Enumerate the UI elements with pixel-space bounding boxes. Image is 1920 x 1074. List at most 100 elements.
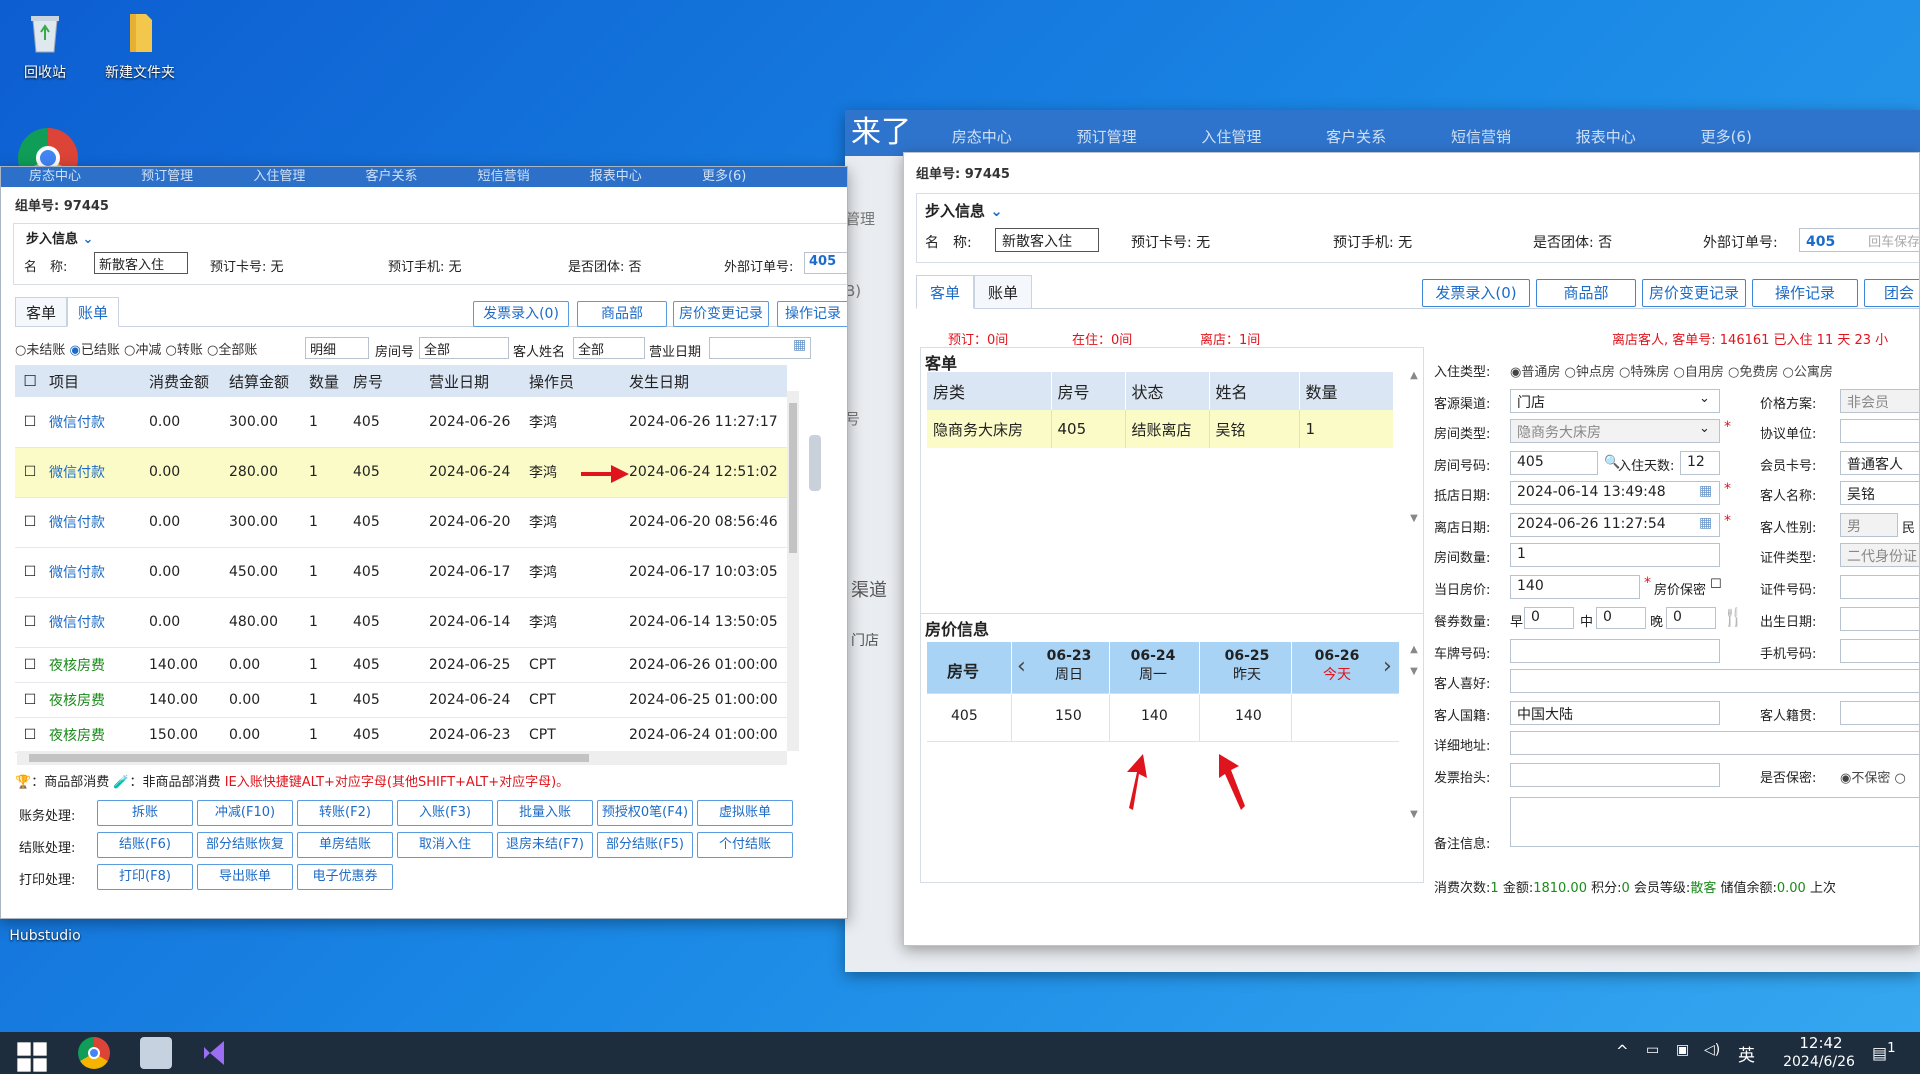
cell-item[interactable]: 微信付款	[45, 447, 145, 497]
pr-button-1[interactable]: 导出账单	[197, 864, 293, 890]
tab-bill[interactable]: 账单	[67, 297, 119, 327]
goods-dept-button[interactable]: 商品部	[1536, 279, 1636, 307]
nav-more[interactable]: 更多(6)	[1671, 114, 1782, 156]
row-checkbox[interactable]: ☐	[15, 682, 45, 717]
calendar-icon[interactable]: ▦	[1699, 515, 1712, 531]
tab-bill[interactable]: 账单	[974, 275, 1032, 309]
nav-checkin[interactable]: 入住管理	[225, 167, 333, 187]
operation-log-button[interactable]: 操作记录	[1752, 279, 1858, 307]
roomtype-select[interactable]: 隐商务大床房	[1510, 419, 1720, 443]
unit-field[interactable]	[1840, 419, 1919, 443]
secret-radio[interactable]: ◉不保密 ○	[1840, 767, 1906, 786]
chevron-down-icon[interactable]: ⌄	[990, 202, 1003, 220]
meal-dinner-select[interactable]: 0	[1666, 607, 1716, 629]
acct-button-1[interactable]: 冲减(F10)	[197, 800, 293, 826]
co-button-0[interactable]: 结账(F6)	[97, 832, 193, 858]
collapse-handle[interactable]	[809, 435, 821, 491]
windows-start-icon[interactable]	[16, 1041, 48, 1073]
acct-button-6[interactable]: 虚拟账单	[697, 800, 793, 826]
bill-row[interactable]: ☐ 夜核房费 140.00 0.00 1 405 2024-06-24 CPT 2024-06-…	[15, 682, 787, 717]
cell-item[interactable]: 夜核房费	[45, 682, 145, 717]
group-meeting-button[interactable]: 团会	[1864, 279, 1919, 307]
acct-button-3[interactable]: 入账(F3)	[397, 800, 493, 826]
user-app-taskbar-icon[interactable]	[140, 1037, 172, 1069]
price-scrollbar[interactable]: ▲ ▼ ▼	[1407, 644, 1421, 874]
co-button-5[interactable]: 部分结账(F5)	[597, 832, 693, 858]
nav-crm[interactable]: 客户关系	[1296, 114, 1416, 156]
gname-field[interactable]: 吴铭	[1840, 481, 1919, 505]
bill-row[interactable]: ☐ 微信付款 0.00 480.00 1 405 2024-06-14 李鸿 2024-06-1…	[15, 597, 787, 647]
count-input[interactable]: 1	[1510, 543, 1720, 567]
acct-button-5[interactable]: 预授权0笔(F4)	[597, 800, 693, 826]
co-button-6[interactable]: 个付结账	[697, 832, 793, 858]
bill-row[interactable]: ☐ 微信付款 0.00 450.00 1 405 2024-06-17 李鸿 2024-06-1…	[15, 547, 787, 597]
meal-breakfast-select[interactable]: 0	[1524, 607, 1574, 629]
bill-status-radios[interactable]: ○未结账 ◉已结账 ○冲减 ○转账 ○全部账	[15, 339, 257, 358]
clock-date[interactable]: 2024/6/26	[1774, 1054, 1864, 1070]
acct-button-2[interactable]: 转账(F2)	[297, 800, 393, 826]
guest-filter-select[interactable]: 全部	[573, 337, 645, 359]
tab-guest[interactable]: 客单	[15, 297, 67, 327]
nav-reports[interactable]: 报表中心	[562, 167, 670, 187]
row-checkbox[interactable]: ☐	[15, 547, 45, 597]
row-checkbox[interactable]: ☐	[15, 647, 45, 682]
mobile-field[interactable]	[1840, 639, 1919, 663]
co-button-1[interactable]: 部分结账恢复	[197, 832, 293, 858]
ime-indicator[interactable]: 英	[1738, 1041, 1755, 1066]
nav-reservation[interactable]: 预订管理	[113, 167, 221, 187]
next-arrow-icon[interactable]: ›	[1383, 654, 1392, 679]
calendar-icon[interactable]: ▦	[1699, 483, 1712, 499]
origin-field[interactable]	[1840, 701, 1919, 725]
room-filter-select[interactable]: 全部	[419, 337, 509, 359]
row-checkbox[interactable]: ☐	[15, 497, 45, 547]
cell-item[interactable]: 微信付款	[45, 397, 145, 447]
tray-chevron-icon[interactable]: ^	[1616, 1042, 1629, 1060]
name-input[interactable]: 新散客入住	[94, 252, 188, 274]
price-input[interactable]: 140	[1510, 575, 1640, 599]
roomno-input[interactable]: 405	[1510, 451, 1598, 475]
ext-order-input[interactable]: 405 回车保存	[1799, 228, 1919, 252]
leave-input[interactable]: 2024-06-26 11:27:54	[1510, 513, 1720, 537]
idtype-select[interactable]: 二代身份证	[1840, 543, 1919, 567]
cell-item[interactable]: 微信付款	[45, 547, 145, 597]
notification-icon[interactable]: ▤1	[1872, 1041, 1896, 1062]
chevron-down-icon[interactable]: ⌄	[83, 232, 94, 247]
idno-field[interactable]	[1840, 575, 1919, 599]
guest-row[interactable]: 隐商务大床房 405 结账离店 吴铭 1	[927, 410, 1393, 448]
row-checkbox[interactable]: ☐	[15, 397, 45, 447]
volume-icon[interactable]: ◁)	[1704, 1042, 1720, 1058]
addr-input[interactable]	[1510, 731, 1919, 755]
price-change-log-button[interactable]: 房价变更记录	[1642, 279, 1746, 307]
recycle-bin-shortcut[interactable]: 回收站	[0, 8, 90, 82]
nav-sms[interactable]: 短信营销	[1421, 114, 1541, 156]
bill-row[interactable]: ☐ 微信付款 0.00 300.00 1 405 2024-06-26 李鸿 2024-06-2…	[15, 397, 787, 447]
bill-row[interactable]: ☐ 微信付款 0.00 300.00 1 405 2024-06-20 李鸿 2024-06-2…	[15, 497, 787, 547]
tab-guest[interactable]: 客单	[916, 275, 974, 309]
days-input[interactable]: 12	[1680, 451, 1720, 475]
guest-scrollbar[interactable]: ▲ ▼	[1407, 370, 1421, 550]
bill-hscrollbar[interactable]	[17, 751, 787, 765]
detail-select[interactable]: 明细	[305, 337, 369, 359]
calendar-icon[interactable]: ▦	[793, 337, 806, 353]
nav-more[interactable]: 更多(6)	[674, 167, 774, 187]
bill-row[interactable]: ☐ 夜核房费 150.00 0.00 1 405 2024-06-23 CPT 2024-06-…	[15, 717, 787, 752]
goods-dept-button[interactable]: 商品部	[577, 301, 667, 327]
note-textarea[interactable]	[1510, 797, 1919, 847]
nav-room-status[interactable]: 房态中心	[922, 114, 1042, 156]
plan-field[interactable]: 非会员	[1840, 389, 1919, 413]
meal-lunch-select[interactable]: 0	[1596, 607, 1646, 629]
gender-select[interactable]: 男	[1840, 513, 1898, 537]
nav-checkin[interactable]: 入住管理	[1171, 114, 1291, 156]
cell-item[interactable]: 夜核房费	[45, 717, 145, 752]
cell-item[interactable]: 夜核房费	[45, 647, 145, 682]
acct-button-0[interactable]: 拆账	[97, 800, 193, 826]
pref-input[interactable]	[1510, 669, 1919, 693]
operation-log-button[interactable]: 操作记录	[777, 301, 847, 327]
co-button-2[interactable]: 单房结账	[297, 832, 393, 858]
new-folder-shortcut[interactable]: 新建文件夹	[95, 8, 185, 82]
select-all-checkbox[interactable]: ☐	[15, 365, 45, 397]
row-checkbox[interactable]: ☐	[15, 597, 45, 647]
bill-scrollbar[interactable]	[787, 391, 799, 751]
ext-order-input[interactable]: 405	[804, 252, 847, 274]
invoice-title-input[interactable]	[1510, 763, 1720, 787]
